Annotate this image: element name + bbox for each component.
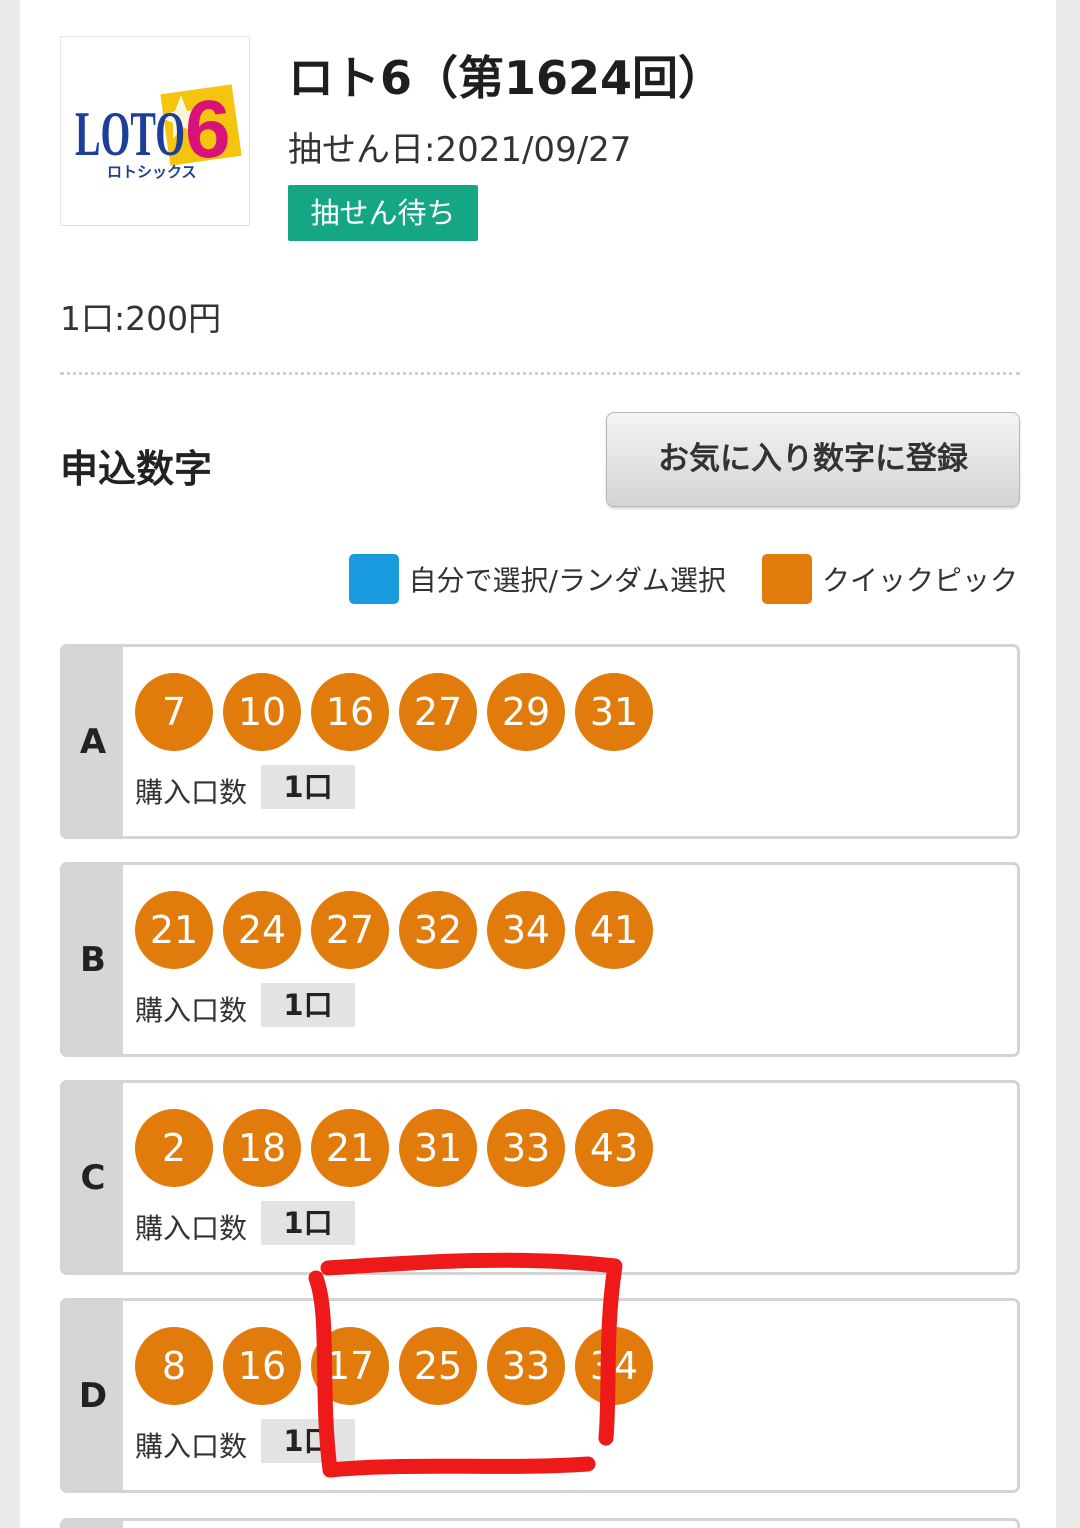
number-ball: 34 bbox=[487, 891, 565, 969]
ticket-row-a: A 7 10 16 27 29 31 購入口数 1口 bbox=[60, 644, 1020, 839]
register-favorite-button[interactable]: お気に入り数字に登録 bbox=[606, 412, 1020, 507]
number-ball: 33 bbox=[487, 1109, 565, 1187]
number-ball: 18 bbox=[223, 1109, 301, 1187]
number-ball: 17 bbox=[311, 1327, 389, 1405]
logo-wordmark: LOTO bbox=[75, 98, 185, 169]
number-ball: 21 bbox=[135, 891, 213, 969]
number-ball: 16 bbox=[311, 673, 389, 751]
manual-select-swatch bbox=[348, 554, 399, 604]
number-ball: 10 bbox=[223, 673, 301, 751]
number-ball: 32 bbox=[399, 891, 477, 969]
quantity-value: 1口 bbox=[261, 765, 355, 809]
number-ball: 41 bbox=[575, 891, 653, 969]
number-ball: 34 bbox=[575, 1327, 653, 1405]
ticket-letter: D bbox=[63, 1301, 123, 1490]
number-ball: 33 bbox=[487, 1327, 565, 1405]
loto6-logo: LOTO 6 ロトシックス bbox=[60, 36, 250, 226]
number-balls: 7 10 16 27 29 31 bbox=[135, 673, 653, 751]
status-badge: 抽せん待ち bbox=[288, 185, 478, 241]
quick-pick-swatch bbox=[761, 554, 812, 604]
legend-quick-label: クイックピック bbox=[821, 564, 1018, 597]
ticket-letter bbox=[63, 1521, 123, 1528]
number-ball: 27 bbox=[311, 891, 389, 969]
number-ball: 8 bbox=[135, 1327, 213, 1405]
number-balls: 2 18 21 31 33 43 bbox=[135, 1109, 653, 1187]
ticket-row-d: D 8 16 17 25 33 34 購入口数 1口 bbox=[60, 1298, 1020, 1493]
ticket-letter: A bbox=[63, 647, 123, 836]
ticket-letter: B bbox=[63, 865, 123, 1054]
quantity-value: 1口 bbox=[261, 1419, 355, 1463]
number-ball: 31 bbox=[575, 673, 653, 751]
section-title: 申込数字 bbox=[60, 447, 213, 491]
quantity-value: 1口 bbox=[261, 1201, 355, 1245]
number-ball: 25 bbox=[399, 1327, 477, 1405]
ticket-row-c: C 2 18 21 31 33 43 購入口数 1口 bbox=[60, 1080, 1020, 1275]
quantity-value: 1口 bbox=[261, 983, 355, 1027]
lottery-ticket-page: LOTO 6 ロトシックス ロト6（第1624回） 抽せん日:2021/09/2… bbox=[20, 0, 1056, 1528]
quantity-label: 購入口数 bbox=[135, 994, 248, 1027]
logo-subtitle: ロトシックス bbox=[107, 163, 197, 181]
page-title: ロト6（第1624回） bbox=[288, 51, 725, 105]
quantity-label: 購入口数 bbox=[135, 1212, 248, 1245]
number-ball: 31 bbox=[399, 1109, 477, 1187]
number-ball: 24 bbox=[223, 891, 301, 969]
number-ball: 43 bbox=[575, 1109, 653, 1187]
ticket-letter: C bbox=[63, 1083, 123, 1272]
unit-price: 1口:200円 bbox=[60, 299, 222, 338]
quantity-label: 購入口数 bbox=[135, 1430, 248, 1463]
number-ball: 29 bbox=[487, 673, 565, 751]
ticket-row-b: B 21 24 27 32 34 41 購入口数 1口 bbox=[60, 862, 1020, 1057]
loto6-logo-graphic: LOTO 6 ロトシックス bbox=[75, 84, 242, 181]
number-ball: 7 bbox=[135, 673, 213, 751]
draw-date: 抽せん日:2021/09/27 bbox=[288, 130, 632, 170]
logo-numeral: 6 bbox=[185, 84, 231, 175]
legend: 自分で選択/ランダム選択 クイックピック bbox=[348, 553, 1018, 605]
number-ball: 27 bbox=[399, 673, 477, 751]
number-ball: 2 bbox=[135, 1109, 213, 1187]
dotted-divider bbox=[60, 372, 1020, 375]
ticket-row-partial bbox=[60, 1518, 1020, 1528]
number-ball: 16 bbox=[223, 1327, 301, 1405]
legend-manual-label: 自分で選択/ランダム選択 bbox=[408, 564, 726, 597]
number-ball: 21 bbox=[311, 1109, 389, 1187]
number-balls: 8 16 17 25 33 34 bbox=[135, 1327, 653, 1405]
quantity-label: 購入口数 bbox=[135, 776, 248, 809]
number-balls: 21 24 27 32 34 41 bbox=[135, 891, 653, 969]
